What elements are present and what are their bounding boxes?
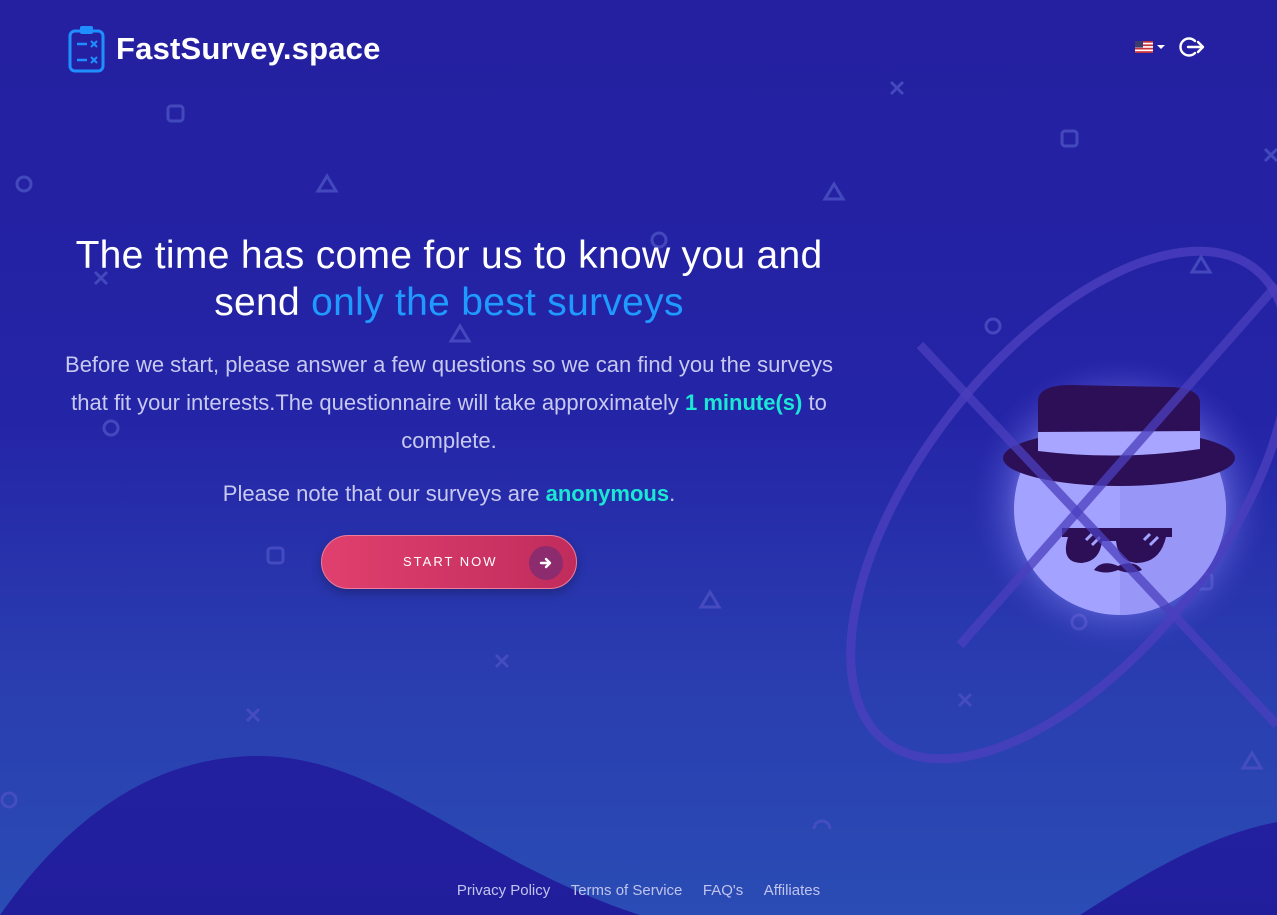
duration-highlight: 1 minute(s) [685, 390, 803, 415]
language-selector[interactable] [1135, 41, 1165, 53]
header-actions [1135, 36, 1205, 58]
brand-title: FastSurvey.space [116, 31, 381, 66]
footer-links: Privacy Policy Terms of Service FAQ's Af… [0, 882, 1277, 900]
hero-headline: The time has come for us to know you and… [60, 232, 838, 326]
us-flag-icon [1135, 41, 1153, 53]
hill-right [1080, 822, 1277, 915]
note-text: Please note that our surveys are [222, 481, 540, 506]
brand-logo[interactable]: FastSurvey.space [68, 24, 381, 74]
spy-mascot-illustration [846, 246, 1277, 764]
clipboard-icon [68, 26, 105, 73]
intro-paragraph: Before we start, please answer a few que… [60, 346, 838, 460]
logout-icon[interactable] [1179, 36, 1205, 58]
arrow-right-icon [529, 546, 563, 580]
note-end: . [669, 481, 676, 506]
top-bar: FastSurvey.space [68, 24, 1205, 78]
hero-section: The time has come for us to know you and… [60, 232, 838, 513]
affiliates-link[interactable]: Affiliates [764, 882, 820, 899]
start-now-button[interactable]: START NOW [321, 535, 577, 589]
privacy-policy-link[interactable]: Privacy Policy [457, 882, 550, 899]
start-now-label: START NOW [403, 554, 498, 569]
chevron-down-icon [1157, 45, 1165, 49]
anonymous-highlight: anonymous [545, 481, 670, 506]
anonymity-note: Please note that our surveys are anonymo… [60, 475, 838, 513]
terms-of-service-link[interactable]: Terms of Service [571, 882, 683, 899]
faq-link[interactable]: FAQ's [703, 882, 743, 899]
headline-highlight: only the best surveys [311, 281, 684, 324]
